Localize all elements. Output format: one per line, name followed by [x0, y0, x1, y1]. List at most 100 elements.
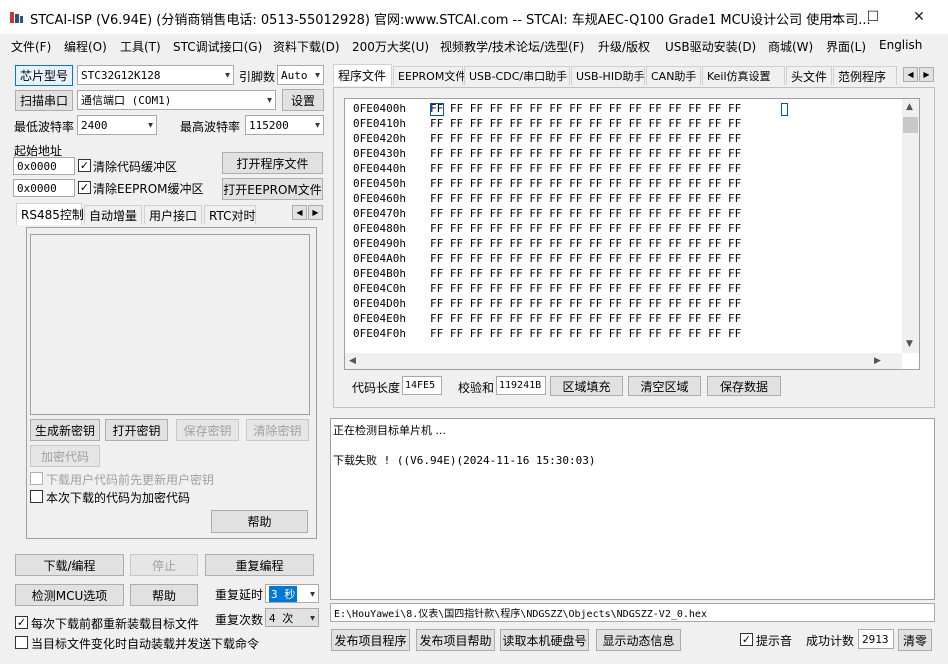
vertical-scrollbar[interactable]: ▲ ▼: [902, 99, 919, 353]
help-button-2[interactable]: 帮助: [130, 584, 198, 606]
open-eeprom-file-button[interactable]: 打开EEPROM文件: [222, 178, 323, 200]
horizontal-scrollbar[interactable]: ◀ ▶: [345, 353, 902, 369]
hex-row: 0FE04E0h FF FF FF FF FF FF FF FF FF FF FF…: [353, 312, 741, 327]
publish-help-button[interactable]: 发布项目帮助: [416, 629, 495, 651]
tab-auto-increment[interactable]: 自动增量: [84, 205, 142, 224]
repeat-delay-select[interactable]: 3 秒 ▼: [265, 584, 319, 603]
clear-code-checkbox[interactable]: ✓: [78, 159, 91, 172]
max-baud-select[interactable]: 115200 ▼: [245, 115, 324, 135]
min-baud-select[interactable]: 2400 ▼: [77, 115, 157, 135]
check-mcu-button[interactable]: 检测MCU选项: [15, 584, 124, 606]
tab-user-interface[interactable]: 用户接口: [144, 205, 202, 224]
menu-interface[interactable]: 界面(L): [826, 38, 866, 55]
show-dynamic-info-button[interactable]: 显示动态信息: [596, 629, 681, 651]
code-length-label: 代码长度: [352, 381, 401, 395]
max-baud-label: 最高波特率: [180, 120, 241, 134]
generate-key-button[interactable]: 生成新密钥: [30, 419, 100, 441]
hex-bytes: FF FF FF FF FF FF FF FF FF FF FF FF FF F…: [430, 177, 742, 190]
publish-program-button[interactable]: 发布项目程序: [331, 629, 410, 651]
menu-usb-driver[interactable]: USB驱动安装(D): [665, 38, 756, 55]
clear-area-button[interactable]: 清空区域: [628, 376, 701, 396]
port-select-value: 通信端口 (COM1): [81, 94, 172, 107]
download-program-button[interactable]: 下载/编程: [15, 554, 124, 576]
clear-key-button[interactable]: 清除密钥: [246, 419, 309, 441]
code-address-value: 0x0000: [17, 159, 57, 173]
help-button[interactable]: 帮助: [211, 510, 308, 533]
fill-area-button[interactable]: 区域填充: [550, 376, 623, 396]
menu-prize[interactable]: 200万大奖(U): [352, 38, 429, 55]
chip-type-button[interactable]: 芯片型号: [15, 65, 73, 86]
repeat-count-select[interactable]: 4 次 ▼: [265, 608, 319, 627]
tab-header-file[interactable]: 头文件: [786, 66, 832, 85]
tab-scroll-left-icon[interactable]: ◀: [292, 205, 307, 220]
open-program-file-button[interactable]: 打开程序文件: [222, 152, 323, 174]
tab-scroll-right-icon[interactable]: ▶: [308, 205, 323, 220]
encrypted-code-checkbox[interactable]: [30, 490, 43, 503]
stop-button[interactable]: 停止: [130, 554, 198, 576]
log-output[interactable]: 正在检测目标单片机 ... 下载失败 ! ((V6.94E)(2024-11-1…: [330, 418, 935, 600]
clear-code-label: 清除代码缓冲区: [93, 160, 178, 174]
menu-tools[interactable]: 工具(T): [120, 38, 161, 55]
encrypt-code-button[interactable]: 加密代码: [30, 445, 100, 467]
tab-keil[interactable]: Keil仿真设置: [702, 66, 785, 85]
tab-scroll-right-icon[interactable]: ▶: [919, 67, 934, 82]
clear-eeprom-checkbox[interactable]: ✓: [78, 181, 91, 194]
hex-row: 0FE04A0h FF FF FF FF FF FF FF FF FF FF FF…: [353, 252, 741, 267]
port-select[interactable]: 通信端口 (COM1) ▼: [77, 90, 276, 110]
hex-address: 0FE0470h: [353, 207, 406, 220]
maximize-button[interactable]: ☐: [850, 0, 896, 34]
hex-address: 0FE0420h: [353, 132, 406, 145]
update-key-checkbox[interactable]: [30, 472, 43, 485]
menu-store[interactable]: 商城(W): [768, 38, 813, 55]
pin-select[interactable]: Auto ▼: [277, 65, 324, 85]
menu-program[interactable]: 编程(O): [64, 38, 107, 55]
hex-address: 0FE0440h: [353, 162, 406, 175]
save-data-button[interactable]: 保存数据: [707, 376, 781, 396]
close-button[interactable]: ✕: [896, 0, 942, 34]
hex-address: 0FE04F0h: [353, 327, 406, 340]
reload-checkbox[interactable]: ✓: [15, 616, 28, 629]
settings-button[interactable]: 设置: [282, 89, 324, 111]
tab-scroll-left-icon[interactable]: ◀: [903, 67, 918, 82]
menu-file[interactable]: 文件(F): [11, 38, 51, 55]
menu-debug[interactable]: STC调试接口(G): [173, 38, 262, 55]
chip-select[interactable]: STC32G12K128 ▼: [77, 65, 234, 85]
scroll-right-icon[interactable]: ▶: [874, 356, 881, 366]
sound-checkbox[interactable]: ✓: [740, 633, 753, 646]
repeat-program-button[interactable]: 重复编程: [205, 554, 314, 576]
right-tab-bar: 程序文件 EEPROM文件 USB-CDC/串口助手 USB-HID助手 CAN…: [333, 64, 937, 87]
reset-count-button[interactable]: 清零: [898, 629, 932, 651]
save-key-button[interactable]: 保存密钥: [176, 419, 239, 441]
menu-video[interactable]: 视频教学/技术论坛/选型(F): [440, 38, 584, 55]
eeprom-address-input[interactable]: 0x0000: [13, 179, 75, 197]
hex-bytes: FF FF FF FF FF FF FF FF FF FF FF FF FF F…: [430, 102, 742, 115]
tab-examples[interactable]: 范例程序: [833, 66, 897, 85]
scroll-left-icon[interactable]: ◀: [349, 356, 356, 366]
hex-address: 0FE0430h: [353, 147, 406, 160]
clear-eeprom-label: 清除EEPROM缓冲区: [93, 182, 204, 196]
scroll-up-icon[interactable]: ▲: [906, 102, 913, 112]
hex-row: 0FE0430h FF FF FF FF FF FF FF FF FF FF FF…: [353, 147, 741, 162]
open-key-button[interactable]: 打开密钥: [105, 419, 168, 441]
scroll-down-icon[interactable]: ▼: [906, 339, 913, 349]
hex-bytes: FF FF FF FF FF FF FF FF FF FF FF FF FF F…: [430, 252, 742, 265]
tab-rtc[interactable]: RTC对时: [204, 205, 256, 224]
app-icon: [9, 11, 24, 24]
tab-usb-hid[interactable]: USB-HID助手: [571, 66, 645, 85]
tab-usb-cdc-label: USB-CDC/串口助手: [469, 70, 568, 83]
menu-english[interactable]: English: [879, 38, 922, 52]
tab-eeprom-file[interactable]: EEPROM文件: [393, 66, 466, 85]
code-address-input[interactable]: 0x0000: [13, 157, 75, 175]
tab-program-file[interactable]: 程序文件: [333, 64, 392, 86]
tab-rs485[interactable]: RS485控制: [16, 203, 84, 225]
menu-upgrade[interactable]: 升级/版权: [598, 38, 650, 55]
scroll-thumb[interactable]: [903, 117, 918, 133]
hex-viewer[interactable]: 0FE0400h FF FF FF FF FF FF FF FF FF FF FF…: [344, 98, 920, 370]
read-disk-id-button[interactable]: 读取本机硬盘号: [500, 629, 589, 651]
tab-can[interactable]: CAN助手: [646, 66, 701, 85]
menu-download[interactable]: 资料下载(D): [273, 38, 340, 55]
scan-port-button[interactable]: 扫描串口: [15, 90, 73, 111]
auto-load-checkbox[interactable]: [15, 636, 28, 649]
hex-address: 0FE04B0h: [353, 267, 406, 280]
tab-usb-cdc[interactable]: USB-CDC/串口助手: [464, 66, 570, 85]
